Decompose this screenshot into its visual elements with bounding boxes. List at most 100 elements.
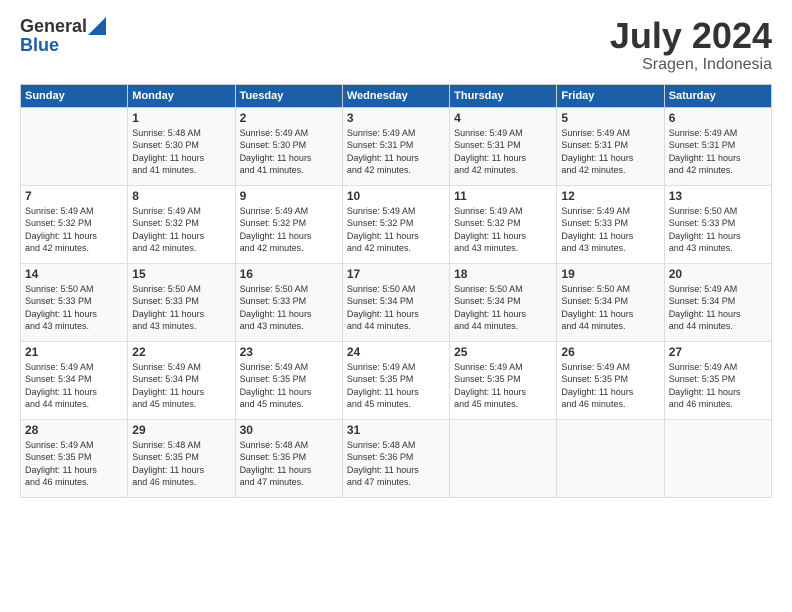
day-cell: 25 Sunrise: 5:49 AMSunset: 5:35 PMDaylig… [450, 341, 557, 419]
day-number: 24 [347, 345, 445, 359]
day-cell: 19 Sunrise: 5:50 AMSunset: 5:34 PMDaylig… [557, 263, 664, 341]
day-cell [21, 107, 128, 185]
day-info: Sunrise: 5:49 AMSunset: 5:31 PMDaylight:… [561, 127, 659, 177]
day-info: Sunrise: 5:49 AMSunset: 5:32 PMDaylight:… [240, 205, 338, 255]
day-cell: 21 Sunrise: 5:49 AMSunset: 5:34 PMDaylig… [21, 341, 128, 419]
day-cell: 3 Sunrise: 5:49 AMSunset: 5:31 PMDayligh… [342, 107, 449, 185]
day-cell [557, 419, 664, 497]
day-number: 7 [25, 189, 123, 203]
header: General Blue July 2024 Sragen, Indonesia [20, 16, 772, 74]
month-title: July 2024 [610, 16, 772, 56]
day-info: Sunrise: 5:50 AMSunset: 5:33 PMDaylight:… [240, 283, 338, 333]
day-number: 11 [454, 189, 552, 203]
day-info: Sunrise: 5:50 AMSunset: 5:34 PMDaylight:… [561, 283, 659, 333]
day-cell: 20 Sunrise: 5:49 AMSunset: 5:34 PMDaylig… [664, 263, 771, 341]
day-number: 18 [454, 267, 552, 281]
week-row-2: 7 Sunrise: 5:49 AMSunset: 5:32 PMDayligh… [21, 185, 772, 263]
day-info: Sunrise: 5:49 AMSunset: 5:33 PMDaylight:… [561, 205, 659, 255]
day-cell: 31 Sunrise: 5:48 AMSunset: 5:36 PMDaylig… [342, 419, 449, 497]
day-number: 22 [132, 345, 230, 359]
day-cell: 16 Sunrise: 5:50 AMSunset: 5:33 PMDaylig… [235, 263, 342, 341]
header-row: Sunday Monday Tuesday Wednesday Thursday… [21, 84, 772, 107]
day-number: 8 [132, 189, 230, 203]
day-cell: 2 Sunrise: 5:49 AMSunset: 5:30 PMDayligh… [235, 107, 342, 185]
day-info: Sunrise: 5:49 AMSunset: 5:31 PMDaylight:… [454, 127, 552, 177]
day-info: Sunrise: 5:49 AMSunset: 5:32 PMDaylight:… [25, 205, 123, 255]
day-info: Sunrise: 5:49 AMSunset: 5:35 PMDaylight:… [561, 361, 659, 411]
col-monday: Monday [128, 84, 235, 107]
day-number: 12 [561, 189, 659, 203]
day-number: 1 [132, 111, 230, 125]
day-cell: 6 Sunrise: 5:49 AMSunset: 5:31 PMDayligh… [664, 107, 771, 185]
day-cell: 13 Sunrise: 5:50 AMSunset: 5:33 PMDaylig… [664, 185, 771, 263]
day-info: Sunrise: 5:48 AMSunset: 5:36 PMDaylight:… [347, 439, 445, 489]
day-cell: 17 Sunrise: 5:50 AMSunset: 5:34 PMDaylig… [342, 263, 449, 341]
col-tuesday: Tuesday [235, 84, 342, 107]
title-block: July 2024 Sragen, Indonesia [610, 16, 772, 74]
day-number: 29 [132, 423, 230, 437]
day-info: Sunrise: 5:49 AMSunset: 5:30 PMDaylight:… [240, 127, 338, 177]
day-number: 3 [347, 111, 445, 125]
day-cell: 8 Sunrise: 5:49 AMSunset: 5:32 PMDayligh… [128, 185, 235, 263]
day-info: Sunrise: 5:50 AMSunset: 5:34 PMDaylight:… [454, 283, 552, 333]
day-info: Sunrise: 5:49 AMSunset: 5:34 PMDaylight:… [25, 361, 123, 411]
day-cell: 10 Sunrise: 5:49 AMSunset: 5:32 PMDaylig… [342, 185, 449, 263]
day-info: Sunrise: 5:50 AMSunset: 5:33 PMDaylight:… [25, 283, 123, 333]
day-info: Sunrise: 5:49 AMSunset: 5:35 PMDaylight:… [240, 361, 338, 411]
day-cell: 18 Sunrise: 5:50 AMSunset: 5:34 PMDaylig… [450, 263, 557, 341]
day-cell: 7 Sunrise: 5:49 AMSunset: 5:32 PMDayligh… [21, 185, 128, 263]
day-cell: 28 Sunrise: 5:49 AMSunset: 5:35 PMDaylig… [21, 419, 128, 497]
day-info: Sunrise: 5:49 AMSunset: 5:34 PMDaylight:… [132, 361, 230, 411]
day-cell: 9 Sunrise: 5:49 AMSunset: 5:32 PMDayligh… [235, 185, 342, 263]
day-number: 14 [25, 267, 123, 281]
col-saturday: Saturday [664, 84, 771, 107]
day-number: 25 [454, 345, 552, 359]
day-cell: 22 Sunrise: 5:49 AMSunset: 5:34 PMDaylig… [128, 341, 235, 419]
day-info: Sunrise: 5:49 AMSunset: 5:35 PMDaylight:… [669, 361, 767, 411]
calendar-table: Sunday Monday Tuesday Wednesday Thursday… [20, 84, 772, 498]
col-wednesday: Wednesday [342, 84, 449, 107]
day-number: 28 [25, 423, 123, 437]
day-info: Sunrise: 5:48 AMSunset: 5:35 PMDaylight:… [132, 439, 230, 489]
col-thursday: Thursday [450, 84, 557, 107]
week-row-4: 21 Sunrise: 5:49 AMSunset: 5:34 PMDaylig… [21, 341, 772, 419]
day-number: 31 [347, 423, 445, 437]
day-cell: 29 Sunrise: 5:48 AMSunset: 5:35 PMDaylig… [128, 419, 235, 497]
day-number: 19 [561, 267, 659, 281]
day-cell: 12 Sunrise: 5:49 AMSunset: 5:33 PMDaylig… [557, 185, 664, 263]
day-cell: 14 Sunrise: 5:50 AMSunset: 5:33 PMDaylig… [21, 263, 128, 341]
day-cell: 4 Sunrise: 5:49 AMSunset: 5:31 PMDayligh… [450, 107, 557, 185]
day-info: Sunrise: 5:50 AMSunset: 5:33 PMDaylight:… [132, 283, 230, 333]
day-info: Sunrise: 5:48 AMSunset: 5:35 PMDaylight:… [240, 439, 338, 489]
day-info: Sunrise: 5:49 AMSunset: 5:32 PMDaylight:… [454, 205, 552, 255]
day-cell: 30 Sunrise: 5:48 AMSunset: 5:35 PMDaylig… [235, 419, 342, 497]
day-info: Sunrise: 5:49 AMSunset: 5:31 PMDaylight:… [347, 127, 445, 177]
week-row-1: 1 Sunrise: 5:48 AMSunset: 5:30 PMDayligh… [21, 107, 772, 185]
day-number: 23 [240, 345, 338, 359]
day-number: 4 [454, 111, 552, 125]
day-number: 2 [240, 111, 338, 125]
col-friday: Friday [557, 84, 664, 107]
day-info: Sunrise: 5:48 AMSunset: 5:30 PMDaylight:… [132, 127, 230, 177]
day-cell [450, 419, 557, 497]
day-cell: 11 Sunrise: 5:49 AMSunset: 5:32 PMDaylig… [450, 185, 557, 263]
week-row-3: 14 Sunrise: 5:50 AMSunset: 5:33 PMDaylig… [21, 263, 772, 341]
day-number: 30 [240, 423, 338, 437]
day-cell: 26 Sunrise: 5:49 AMSunset: 5:35 PMDaylig… [557, 341, 664, 419]
logo-blue: Blue [20, 35, 59, 56]
day-cell [664, 419, 771, 497]
day-cell: 24 Sunrise: 5:49 AMSunset: 5:35 PMDaylig… [342, 341, 449, 419]
day-number: 20 [669, 267, 767, 281]
day-number: 16 [240, 267, 338, 281]
day-number: 9 [240, 189, 338, 203]
day-number: 27 [669, 345, 767, 359]
location-title: Sragen, Indonesia [610, 56, 772, 74]
day-number: 17 [347, 267, 445, 281]
day-number: 13 [669, 189, 767, 203]
day-info: Sunrise: 5:49 AMSunset: 5:34 PMDaylight:… [669, 283, 767, 333]
day-number: 15 [132, 267, 230, 281]
day-cell: 27 Sunrise: 5:49 AMSunset: 5:35 PMDaylig… [664, 341, 771, 419]
day-number: 5 [561, 111, 659, 125]
day-info: Sunrise: 5:49 AMSunset: 5:32 PMDaylight:… [132, 205, 230, 255]
day-info: Sunrise: 5:49 AMSunset: 5:35 PMDaylight:… [25, 439, 123, 489]
